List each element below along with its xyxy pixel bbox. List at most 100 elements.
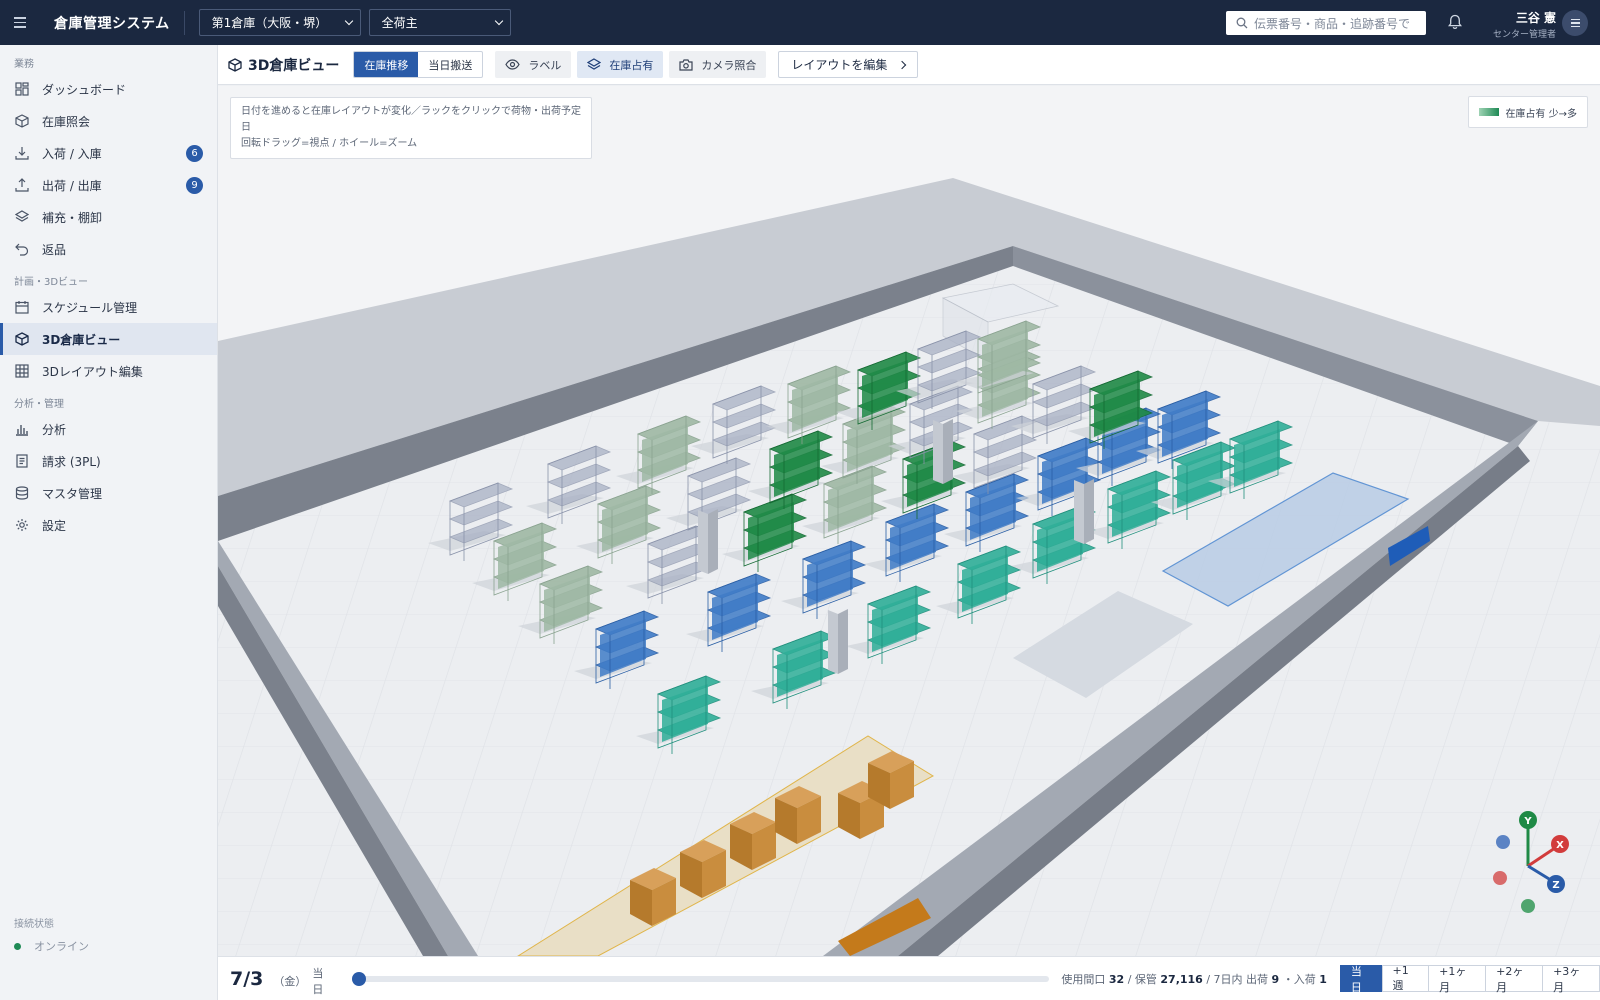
grid-icon — [14, 363, 30, 379]
timeline-bar: 7/3 （金） 当日 使用間口 32 / 保管 27,116 / 7日内 出荷 … — [218, 956, 1600, 1000]
stat-label-slots: 使用間口 — [1061, 972, 1106, 986]
stat-label-arrivals: ・入荷 — [1282, 972, 1316, 986]
stat-arrivals: 1 — [1319, 972, 1327, 986]
occupancy-legend: 在庫占有 少→多 — [1468, 96, 1588, 128]
label-toggle[interactable]: ラベル — [495, 51, 572, 78]
status-dot-icon — [14, 942, 21, 950]
sidebar-item-settings[interactable]: 設定 — [0, 509, 217, 541]
sidebar-item-schedule[interactable]: スケジュール管理 — [0, 291, 217, 323]
cargo-box-1 — [680, 840, 726, 898]
occupancy-toggle-text: 在庫占有 — [609, 58, 654, 72]
chevron-right-icon — [898, 60, 907, 69]
pillar-0 — [698, 509, 718, 574]
sidebar-item-dashboard[interactable]: ダッシュボード — [0, 73, 217, 105]
chevron-down-icon — [494, 16, 503, 25]
sidebar-item-replenishment[interactable]: 補充・棚卸 — [0, 201, 217, 233]
camera-match-toggle-text: カメラ照合 — [701, 58, 757, 72]
dashboard-icon — [14, 81, 30, 97]
sidebar-item-label: ダッシュボード — [42, 82, 127, 97]
user-info[interactable]: 三谷 憲 センター管理者 — [1480, 9, 1556, 40]
cargo-box-0 — [630, 868, 676, 926]
camera-match-toggle[interactable]: カメラ照合 — [669, 51, 767, 78]
hint-box: 日付を進めると在庫レイアウトが変化／ラックをクリックで荷物・出荷予定日 回転ドラ… — [230, 97, 592, 159]
today-label: 当日 — [312, 966, 324, 996]
layers-icon — [14, 209, 30, 225]
section-label-operations: 業務 — [14, 59, 34, 70]
warehouse-scene: Y X Z — [218, 178, 1600, 956]
search-placeholder: 伝票番号・商品・追跡番号で — [1254, 16, 1411, 31]
range-today-button[interactable]: 当日 — [1339, 965, 1383, 994]
range-2-months-button[interactable]: +2ヶ月 — [1485, 965, 1544, 994]
occupancy-toggle[interactable]: 在庫占有 — [577, 51, 664, 78]
tab-same-day-transport[interactable]: 当日搬送 — [418, 52, 482, 77]
warehouse-select-value: 第1倉庫（大阪・堺） — [211, 16, 328, 30]
app-title: 倉庫管理システム — [54, 15, 170, 32]
stat-stored: 27,116 — [1160, 972, 1203, 986]
edit-layout-button[interactable]: レイアウトを編集 — [778, 51, 919, 78]
cube-icon — [14, 331, 30, 347]
3d-scene-canvas[interactable]: Y X Z — [218, 86, 1600, 956]
stat-shipments: 9 — [1271, 972, 1280, 986]
sidebar-item-label: 請求 (3PL) — [42, 454, 101, 469]
3d-viewport[interactable]: Y X Z 日付を進めると在庫レイアウトが変化／ラックをクリックで荷物・出荷予定日 … — [218, 86, 1600, 956]
section-label-planning: 計画・3Dビュー — [14, 277, 89, 288]
sidebar-item-label: 在庫照会 — [42, 114, 91, 129]
view-toolbar: 3D倉庫ビュー 在庫推移 当日搬送 ラベル 在庫占有 カメラ照合 レイアウトを編… — [218, 45, 1600, 85]
stat-label-stored: / 保管 — [1127, 972, 1157, 986]
cargo-box-2 — [730, 812, 776, 870]
menu-icon[interactable] — [14, 0, 40, 45]
timeline-slider[interactable] — [351, 971, 1050, 986]
current-date: 7/3 — [230, 967, 264, 990]
axis-label-Z: Z — [1552, 880, 1559, 891]
undo-icon — [14, 241, 30, 257]
sidebar-item-receiving[interactable]: 入荷 / 入庫 6 — [0, 137, 217, 169]
axis-label-X: X — [1556, 840, 1564, 851]
cube-icon — [228, 57, 242, 72]
search-input[interactable]: 伝票番号・商品・追跡番号で — [1226, 11, 1426, 35]
page-title-text: 3D倉庫ビュー — [248, 57, 340, 74]
gear-icon — [14, 517, 30, 533]
chevron-down-icon — [344, 16, 353, 25]
axis-neg-y-dot — [1521, 899, 1535, 913]
sidebar-item-label: 3Dレイアウト編集 — [42, 364, 143, 379]
tab-inventory-trend[interactable]: 在庫推移 — [354, 52, 419, 77]
pillar-side — [933, 420, 943, 484]
range-1-week-button[interactable]: +1週 — [1381, 964, 1430, 992]
cargo-box-5 — [868, 751, 914, 809]
shipper-select[interactable]: 全荷主 — [368, 9, 511, 36]
shipper-select-value: 全荷主 — [381, 16, 418, 30]
layers-icon — [587, 58, 602, 70]
user-menu-button[interactable] — [1562, 10, 1588, 36]
calendar-icon — [14, 299, 30, 315]
current-weekday: （金） — [273, 974, 307, 988]
sidebar-item-3d-layout-edit[interactable]: 3Dレイアウト編集 — [0, 355, 217, 387]
legend-gradient-swatch — [1479, 108, 1500, 116]
timeline-slider-handle[interactable] — [351, 971, 366, 986]
mode-tabs: 在庫推移 当日搬送 — [353, 51, 484, 78]
connection-status-text: オンライン — [34, 940, 89, 953]
pillar-1 — [933, 419, 953, 484]
sidebar-item-analytics[interactable]: 分析 — [0, 413, 217, 445]
sidebar-item-master[interactable]: マスタ管理 — [0, 477, 217, 509]
range-1-month-button[interactable]: +1ヶ月 — [1428, 965, 1487, 994]
database-icon — [14, 485, 30, 501]
warehouse-select[interactable]: 第1倉庫（大阪・堺） — [198, 9, 361, 36]
edit-layout-label: レイアウトを編集 — [791, 58, 888, 72]
sidebar-item-label: 3D倉庫ビュー — [42, 332, 121, 347]
user-role: センター管理者 — [1492, 30, 1556, 40]
axis-label-Y: Y — [1523, 816, 1532, 827]
sidebar-item-3d-view[interactable]: 3D倉庫ビュー — [0, 323, 217, 355]
sidebar-item-returns[interactable]: 返品 — [0, 233, 217, 265]
sidebar-item-billing[interactable]: 請求 (3PL) — [0, 445, 217, 477]
pillar-face — [943, 419, 953, 484]
sidebar-item-inventory[interactable]: 在庫照会 — [0, 105, 217, 137]
axis-neg-z-dot — [1496, 835, 1510, 849]
pillar-face — [838, 609, 848, 674]
download-icon — [14, 145, 30, 161]
sidebar-item-shipping[interactable]: 出荷 / 出庫 9 — [0, 169, 217, 201]
eye-icon — [505, 59, 521, 70]
connection-status: オンライン — [14, 938, 89, 954]
range-3-months-button[interactable]: +3ヶ月 — [1542, 965, 1600, 994]
pillar-side — [828, 610, 838, 674]
bell-icon[interactable] — [1446, 13, 1464, 31]
